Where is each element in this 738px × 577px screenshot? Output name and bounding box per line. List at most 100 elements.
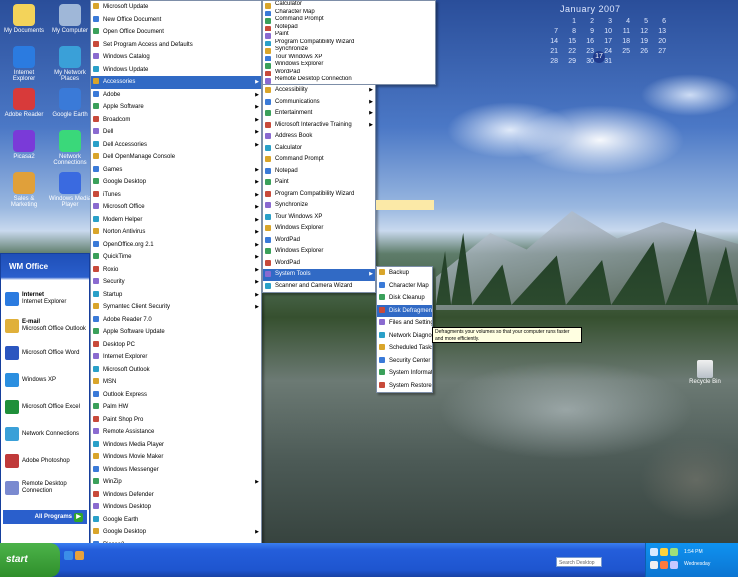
menu-item[interactable]: Google Earth xyxy=(91,514,261,527)
menu-item[interactable]: Windows Explorer xyxy=(263,223,375,235)
menu-item[interactable]: Internet Explorer xyxy=(91,351,261,364)
menu-item[interactable]: Synchronize xyxy=(263,46,435,54)
show-desktop-icon[interactable] xyxy=(75,551,84,560)
pinned-item[interactable]: Adobe Photoshop xyxy=(5,450,87,472)
menu-item[interactable]: Google Desktop ▶ xyxy=(91,176,261,189)
pinned-item[interactable]: Internet Internet Explorer xyxy=(5,288,87,310)
menu-item[interactable]: Adobe Reader 7.0 xyxy=(91,314,261,327)
calendar-day[interactable]: 11 xyxy=(612,28,630,38)
menu-item[interactable]: Desktop PC xyxy=(91,339,261,352)
menu-item[interactable]: Windows Explorer xyxy=(263,246,375,258)
menu-item[interactable]: Entertainment ▶ xyxy=(263,108,375,120)
menu-item[interactable]: Startup ▶ xyxy=(91,289,261,302)
calendar-day[interactable]: 23 xyxy=(576,48,594,58)
network-icon[interactable] xyxy=(650,548,658,556)
menu-item[interactable]: iTunes ▶ xyxy=(91,189,261,202)
menu-item[interactable]: Command Prompt xyxy=(263,154,375,166)
menu-item[interactable]: Character Map xyxy=(263,9,435,16)
menu-item[interactable]: Microsoft Office ▶ xyxy=(91,201,261,214)
menu-item[interactable]: Network Diagnosis xyxy=(377,330,432,343)
menu-item[interactable]: Games ▶ xyxy=(91,164,261,177)
pinned-item[interactable]: E-mail Microsoft Office Outlook xyxy=(5,315,87,337)
menu-item[interactable]: Notepad xyxy=(263,166,375,178)
menu-item[interactable]: WordPad xyxy=(263,258,375,270)
menu-item[interactable]: WordPad xyxy=(263,235,375,247)
menu-item[interactable]: Notepad xyxy=(263,24,435,31)
antivirus-icon[interactable] xyxy=(660,561,668,569)
menu-item[interactable]: Remote Desktop Connection xyxy=(263,76,435,84)
menu-item[interactable]: Microsoft Outlook xyxy=(91,364,261,377)
calendar-day[interactable]: 2 xyxy=(576,18,594,28)
menu-item[interactable]: Windows Update xyxy=(91,64,261,77)
menu-item[interactable]: Windows Catalog xyxy=(91,51,261,64)
menu-item[interactable]: WordPad xyxy=(263,69,435,76)
menu-item[interactable]: Accessories ▶ xyxy=(91,76,261,89)
menu-item[interactable]: Scanner and Camera Wizard xyxy=(263,281,375,293)
menu-item[interactable]: Program Compatibility Wizard xyxy=(263,189,375,201)
menu-item[interactable]: Dell Accessories ▶ xyxy=(91,139,261,152)
calendar-day[interactable]: 26 xyxy=(630,48,648,58)
calendar-day[interactable]: 30 xyxy=(576,58,594,68)
pinned-item[interactable]: Microsoft Office Word xyxy=(5,342,87,364)
menu-item[interactable]: Paint Shop Pro xyxy=(91,414,261,427)
menu-item[interactable]: Scheduled Tasks xyxy=(377,342,432,355)
menu-item[interactable]: Synchronize xyxy=(263,200,375,212)
menu-item[interactable]: Adobe ▶ xyxy=(91,89,261,102)
calendar-day[interactable]: 10 xyxy=(594,28,612,38)
menu-item[interactable]: Paint xyxy=(263,177,375,189)
desktop-icon[interactable]: My Documents xyxy=(2,4,46,34)
menu-item[interactable]: Norton Antivirus ▶ xyxy=(91,226,261,239)
pinned-item[interactable]: Network Connections xyxy=(5,423,87,445)
calendar-day[interactable]: 6 xyxy=(648,18,666,28)
desktop-icon[interactable]: My Computer xyxy=(48,4,92,34)
menu-item[interactable]: Palm HW xyxy=(91,401,261,414)
calendar-day[interactable] xyxy=(540,18,558,28)
recycle-bin-icon[interactable]: Recycle Bin xyxy=(683,360,727,385)
menu-item[interactable]: Tour Windows XP xyxy=(263,54,435,61)
menu-item[interactable]: Dell OpenManage Console xyxy=(91,151,261,164)
calendar-day[interactable] xyxy=(612,58,630,68)
clock[interactable]: 1:54 PM xyxy=(684,549,703,555)
calendar-day[interactable]: 20 xyxy=(648,38,666,48)
menu-item[interactable]: Open Office Document xyxy=(91,26,261,39)
calendar-day[interactable]: 17 xyxy=(594,38,612,48)
calendar-day[interactable]: 4 xyxy=(612,18,630,28)
pinned-item[interactable]: Microsoft Office Excel xyxy=(5,396,87,418)
menu-item[interactable]: Tour Windows XP xyxy=(263,212,375,224)
menu-item[interactable]: Modem Helper ▶ xyxy=(91,214,261,227)
desktop-icon[interactable]: Google Earth xyxy=(48,88,92,118)
menu-item[interactable]: Calculator xyxy=(263,1,435,9)
menu-item[interactable]: Security ▶ xyxy=(91,276,261,289)
menu-item[interactable]: Outlook Express xyxy=(91,389,261,402)
security-icon[interactable] xyxy=(660,548,668,556)
menu-item[interactable]: Windows Movie Maker xyxy=(91,451,261,464)
menu-item[interactable]: System Restore xyxy=(377,380,432,393)
pinned-item[interactable]: Windows XP xyxy=(5,369,87,391)
start-button[interactable]: start xyxy=(0,543,60,577)
menu-item[interactable]: Windows Media Player xyxy=(91,439,261,452)
menu-item[interactable]: Broadcom ▶ xyxy=(91,114,261,127)
menu-item[interactable]: OpenOffice.org 2.1 ▶ xyxy=(91,239,261,252)
menu-item[interactable]: Windows Desktop xyxy=(91,501,261,514)
desktop-icon[interactable]: My Network Places xyxy=(48,46,92,82)
menu-item[interactable]: Windows Explorer xyxy=(263,61,435,69)
calendar-today[interactable]: 17 xyxy=(593,51,605,63)
menu-item[interactable]: MSN xyxy=(91,376,261,389)
menu-item[interactable]: WinZip ▶ xyxy=(91,476,261,489)
pinned-item[interactable]: Remote Desktop Connection xyxy=(5,477,87,499)
menu-item[interactable]: Windows Messenger xyxy=(91,464,261,477)
menu-item[interactable]: Dell ▶ xyxy=(91,126,261,139)
calendar-day[interactable]: 13 xyxy=(648,28,666,38)
menu-item[interactable]: System Tools ▶ xyxy=(263,269,375,281)
desktop-icon[interactable]: Sales & Marketing xyxy=(2,172,46,208)
menu-item[interactable]: Disk Cleanup xyxy=(377,292,432,305)
menu-item[interactable]: Files and Settings Transfer Wizard xyxy=(377,317,432,330)
menu-item[interactable]: Microsoft Interactive Training ▶ xyxy=(263,120,375,132)
calendar-day[interactable]: 27 xyxy=(648,48,666,58)
desktop-icon[interactable]: Internet Explorer xyxy=(2,46,46,82)
desktop-icon[interactable]: Adobe Reader xyxy=(2,88,46,118)
menu-item[interactable]: Character Map xyxy=(377,280,432,293)
menu-item[interactable]: Microsoft Update xyxy=(91,1,261,14)
menu-item[interactable]: Security Center xyxy=(377,355,432,368)
update-icon[interactable] xyxy=(670,561,678,569)
